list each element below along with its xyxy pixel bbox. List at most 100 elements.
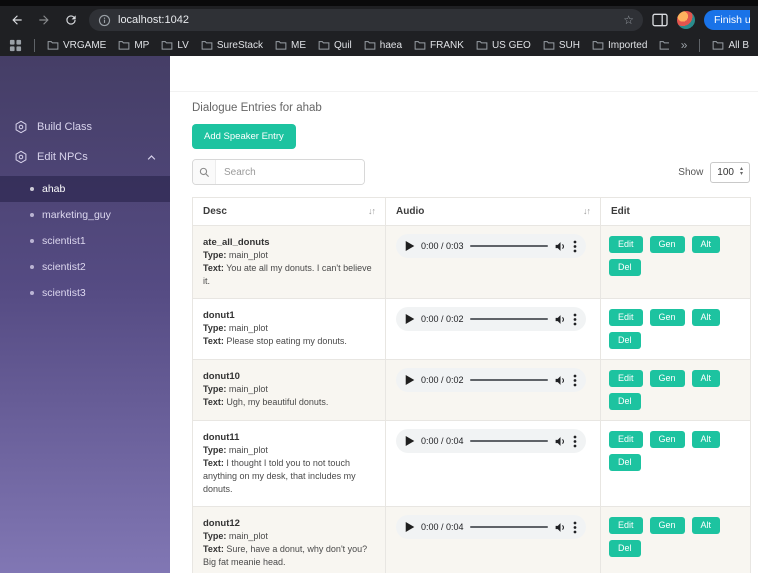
sidebar-npc-item[interactable]: marketing_guy [0, 202, 170, 228]
side-panel-icon[interactable] [652, 13, 668, 27]
edit-button[interactable]: Edit [609, 431, 643, 448]
back-button[interactable] [8, 11, 26, 29]
sort-icon[interactable]: ↓↑ [368, 206, 376, 216]
kebab-menu-icon[interactable] [573, 240, 577, 253]
refresh-button[interactable] [62, 11, 80, 29]
bullet-icon [30, 187, 34, 191]
bookmark-item[interactable]: MP [118, 39, 149, 51]
bookmark-item[interactable]: ME [275, 39, 306, 51]
forward-button[interactable] [35, 11, 53, 29]
play-icon[interactable] [405, 522, 415, 532]
gen-button[interactable]: Gen [649, 236, 685, 253]
add-speaker-entry-button[interactable]: Add Speaker Entry [192, 124, 296, 149]
sidebar-npc-item[interactable]: scientist2 [0, 254, 170, 280]
bookmark-item[interactable]: Imported [592, 39, 647, 51]
gen-button[interactable]: Gen [649, 431, 685, 448]
edit-button[interactable]: Edit [609, 370, 643, 387]
volume-icon[interactable] [554, 435, 567, 448]
bookmark-item[interactable]: US GEO [476, 39, 531, 51]
bookmark-star-icon[interactable]: ☆ [623, 14, 634, 26]
del-button[interactable]: Del [609, 540, 641, 557]
alt-button[interactable]: Alt [691, 517, 721, 534]
alt-button[interactable]: Alt [691, 370, 721, 387]
del-button[interactable]: Del [609, 259, 641, 276]
volume-icon[interactable] [554, 521, 567, 534]
desc-cell: donut11 Type: main_plot Text: I thought … [192, 420, 386, 507]
show-label: Show [678, 166, 704, 178]
kebab-menu-icon[interactable] [573, 435, 577, 448]
folder-icon [161, 41, 173, 50]
npc-list: ahab marketing_guy scientist1 scientist2… [0, 176, 170, 306]
sidebar-item-edit-npcs[interactable]: Edit NPCs [0, 142, 170, 172]
edit-cell: Edit Gen Alt Del [600, 298, 751, 360]
bookmark-item[interactable]: INTEREST [659, 39, 669, 51]
desc-cell: donut1 Type: main_plot Text: Please stop… [192, 298, 386, 360]
play-icon[interactable] [405, 314, 415, 324]
play-icon[interactable] [405, 241, 415, 251]
volume-icon[interactable] [554, 240, 567, 253]
audio-progress-bar[interactable] [469, 245, 548, 247]
edit-button[interactable]: Edit [609, 517, 643, 534]
del-button[interactable]: Del [609, 332, 641, 349]
apps-grid-icon[interactable] [9, 39, 22, 52]
all-bookmarks-button[interactable]: All B [712, 39, 749, 51]
column-header-audio[interactable]: ↓↑ Audio [385, 197, 601, 226]
audio-progress-bar[interactable] [469, 440, 548, 442]
bookmark-item[interactable]: Quil [318, 39, 352, 51]
bookmark-label: US GEO [491, 39, 531, 51]
audio-player[interactable]: 0:00 / 0:04 [396, 515, 586, 539]
address-bar[interactable]: localhost:1042 ☆ [89, 9, 643, 31]
edit-button[interactable]: Edit [609, 236, 643, 253]
edit-cell: Edit Gen Alt Del [600, 420, 751, 507]
url-text[interactable]: localhost:1042 [118, 14, 616, 26]
audio-player[interactable]: 0:00 / 0:02 [396, 307, 586, 331]
bookmarks-overflow-chevrons[interactable]: » [681, 38, 688, 52]
bookmark-item[interactable]: VRGAME [47, 39, 106, 51]
bookmark-item[interactable]: SureStack [201, 39, 263, 51]
play-icon[interactable] [405, 375, 415, 385]
play-icon[interactable] [405, 436, 415, 446]
audio-progress-bar[interactable] [469, 526, 548, 528]
sidebar-npc-item[interactable]: ahab [0, 176, 170, 202]
sidebar-npc-item[interactable]: scientist3 [0, 280, 170, 306]
sidebar-item-build-class[interactable]: Build Class [0, 112, 170, 142]
column-header-desc[interactable]: ↓↑ Desc [192, 197, 386, 226]
volume-icon[interactable] [554, 374, 567, 387]
bookmark-label: LV [177, 39, 189, 51]
sort-icon[interactable]: ↓↑ [583, 206, 591, 216]
profile-avatar[interactable] [677, 11, 695, 29]
edit-button[interactable]: Edit [609, 309, 643, 326]
audio-player[interactable]: 0:00 / 0:04 [396, 429, 586, 453]
finish-update-button[interactable]: Finish u [704, 10, 750, 30]
del-button[interactable]: Del [609, 454, 641, 471]
search-input[interactable] [216, 160, 364, 184]
kebab-menu-icon[interactable] [573, 313, 577, 326]
page-title: Dialogue Entries for ahab [192, 102, 322, 114]
audio-cell: 0:00 / 0:02 [385, 359, 601, 421]
kebab-menu-icon[interactable] [573, 374, 577, 387]
bookmark-item[interactable]: SUH [543, 39, 580, 51]
kebab-menu-icon[interactable] [573, 521, 577, 534]
alt-button[interactable]: Alt [691, 309, 721, 326]
alt-button[interactable]: Alt [691, 236, 721, 253]
del-button[interactable]: Del [609, 393, 641, 410]
site-info-icon[interactable] [98, 14, 111, 27]
volume-icon[interactable] [554, 313, 567, 326]
gen-button[interactable]: Gen [649, 309, 685, 326]
audio-player[interactable]: 0:00 / 0:02 [396, 368, 586, 392]
show-page-size-select[interactable]: 100 ▴ ▾ [710, 161, 750, 183]
desc-cell: ate_all_donuts Type: main_plot Text: You… [192, 225, 386, 299]
audio-progress-bar[interactable] [469, 318, 548, 320]
chevron-up-icon [147, 154, 156, 160]
entry-type-line: Type: main_plot [203, 384, 268, 394]
alt-button[interactable]: Alt [691, 431, 721, 448]
sidebar-npc-item[interactable]: scientist1 [0, 228, 170, 254]
bookmark-item[interactable]: FRANK [414, 39, 464, 51]
bookmark-item[interactable]: haea [364, 39, 402, 51]
audio-progress-bar[interactable] [469, 379, 548, 381]
bookmark-item[interactable]: LV [161, 39, 189, 51]
gen-button[interactable]: Gen [649, 517, 685, 534]
audio-player[interactable]: 0:00 / 0:03 [396, 234, 586, 258]
folder-icon [364, 41, 376, 50]
gen-button[interactable]: Gen [649, 370, 685, 387]
